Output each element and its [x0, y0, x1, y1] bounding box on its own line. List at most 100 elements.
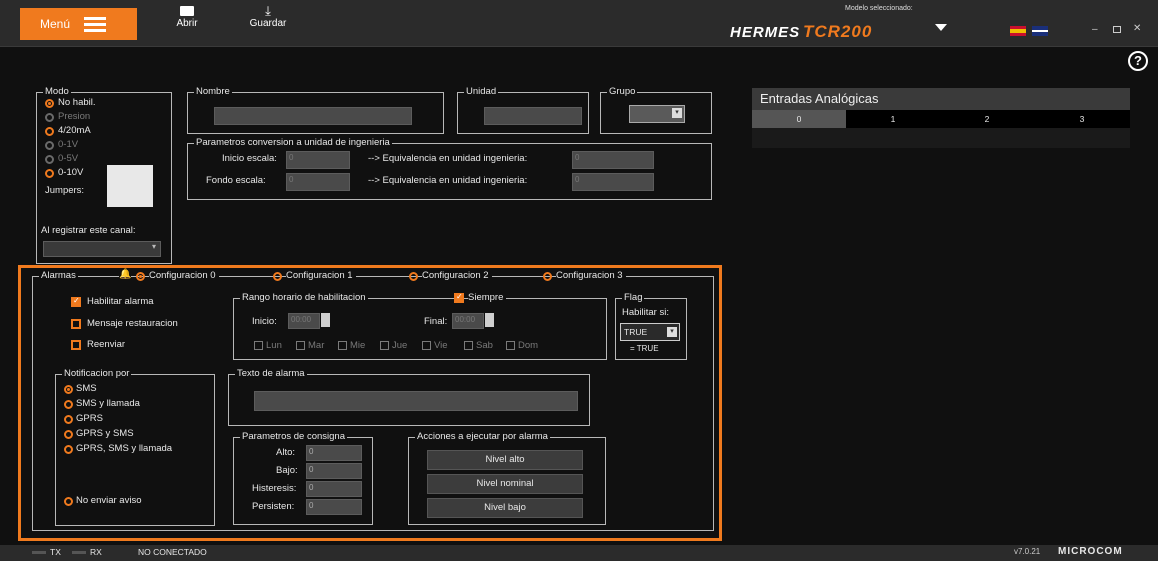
analog-inputs-title: Entradas Analógicas	[752, 88, 1130, 110]
bajo-input[interactable]: 0	[306, 463, 362, 479]
inicio-time-value: 00:00	[291, 315, 312, 324]
maximize-icon[interactable]	[1113, 26, 1121, 33]
unidad-input[interactable]	[484, 107, 582, 125]
flag-eq-label: = TRUE	[630, 344, 659, 353]
radio-config-0[interactable]	[136, 272, 145, 281]
radio-gprs-sms-llamada[interactable]	[64, 445, 73, 454]
inicio-time-input[interactable]: 00:00	[288, 313, 320, 329]
day-label: Mie	[350, 340, 366, 351]
day-checkbox-jue[interactable]	[380, 341, 389, 350]
flag-group: Flag Habilitar si: TRUE ▾ = TRUE	[615, 292, 687, 360]
close-icon[interactable]: ✕	[1133, 23, 1141, 34]
radio-gprs[interactable]	[64, 415, 73, 424]
fondo-escala-value: 0	[289, 175, 294, 184]
model-dropdown-icon[interactable]	[935, 24, 947, 31]
radio-config-2[interactable]	[409, 272, 418, 281]
analog-tab-2[interactable]: 2	[940, 110, 1034, 128]
company-logo: MICROCOM	[1058, 546, 1123, 557]
uk-flag-icon[interactable]	[1032, 26, 1048, 36]
notificacion-option-label: GPRS, SMS y llamada	[76, 443, 173, 454]
day-label: Sab	[476, 340, 493, 351]
analog-tab-1[interactable]: 1	[846, 110, 940, 128]
radio-sms-llamada[interactable]	[64, 400, 73, 409]
equivalencia-fondo-value: 0	[575, 175, 580, 184]
histeresis-value: 0	[309, 483, 314, 492]
modo-option-label: 0-1V	[58, 139, 79, 150]
radio-config-3[interactable]	[543, 272, 552, 281]
day-label: Dom	[518, 340, 539, 351]
help-icon[interactable]: ?	[1128, 51, 1148, 71]
fondo-escala-input[interactable]: 0	[286, 173, 350, 191]
habilitar-alarma-checkbox[interactable]	[71, 296, 81, 307]
radio-no-enviar[interactable]	[64, 497, 73, 506]
save-button[interactable]: ⤓ Guardar	[248, 4, 288, 29]
open-button[interactable]: Abrir	[172, 6, 202, 29]
alto-value: 0	[309, 447, 314, 456]
version-label: v7.0.21	[1014, 547, 1041, 556]
texto-alarma-input[interactable]	[254, 391, 578, 411]
mensaje-restauracion-checkbox[interactable]	[71, 319, 81, 329]
bell-icon: 🔔	[119, 269, 132, 280]
status-bar: TX RX NO CONECTADO v7.0.21 MICROCOM	[0, 545, 1158, 561]
grupo-select[interactable]: ▾	[629, 105, 685, 123]
nivel-bajo-button[interactable]: Nivel bajo	[427, 498, 583, 518]
grupo-group: Grupo ▾	[600, 86, 712, 134]
persisten-input[interactable]: 0	[306, 499, 362, 515]
day-checkbox-sab[interactable]	[464, 341, 473, 350]
texto-alarma-legend: Texto de alarma	[235, 368, 307, 379]
spanish-flag-icon[interactable]	[1010, 26, 1026, 36]
unidad-legend: Unidad	[464, 86, 499, 97]
day-label: Jue	[392, 340, 408, 351]
habilitar-si-label: Habilitar si:	[622, 307, 669, 318]
radio-0-1v[interactable]	[45, 141, 54, 150]
histeresis-input[interactable]: 0	[306, 481, 362, 497]
radio-gprs-sms[interactable]	[64, 430, 73, 439]
registrar-select[interactable]: ▾	[43, 241, 161, 257]
day-checkbox-mie[interactable]	[338, 341, 347, 350]
reenviar-label: Reenviar	[87, 339, 126, 350]
radio-sms[interactable]	[64, 385, 73, 394]
conversion-legend: Parametros conversion a unidad de ingeni…	[194, 137, 392, 148]
siempre-checkbox[interactable]	[454, 292, 464, 303]
day-label: Lun	[266, 340, 282, 351]
notificacion-legend: Notificacion por	[62, 368, 132, 379]
chevron-down-icon: ▾	[672, 108, 682, 118]
inicio-spinner-icon[interactable]	[321, 313, 330, 327]
rango-horario-legend: Rango horario de habilitacion	[240, 292, 368, 303]
flag-select[interactable]: TRUE ▾	[620, 323, 680, 341]
nombre-input[interactable]	[214, 107, 412, 125]
rx-led-icon	[72, 551, 86, 554]
equivalencia-fondo-input[interactable]: 0	[572, 173, 654, 191]
nivel-nominal-button[interactable]: Nivel nominal	[427, 474, 583, 494]
final-spinner-icon[interactable]	[485, 313, 494, 327]
analog-tab-3[interactable]: 3	[1034, 110, 1130, 128]
radio-0-10v[interactable]	[45, 169, 54, 178]
day-checkbox-mar[interactable]	[296, 341, 305, 350]
reenviar-checkbox[interactable]	[71, 340, 81, 350]
inicio-escala-input[interactable]: 0	[286, 151, 350, 169]
menu-button[interactable]: Menú	[20, 8, 137, 40]
radio-4-20ma[interactable]	[45, 127, 54, 136]
chevron-down-icon: ▾	[667, 327, 677, 337]
radio-no-habil[interactable]	[45, 99, 54, 108]
day-checkbox-dom[interactable]	[506, 341, 515, 350]
mensaje-restauracion-label: Mensaje restauracion	[87, 318, 178, 329]
alto-input[interactable]: 0	[306, 445, 362, 461]
radio-config-1[interactable]	[273, 272, 282, 281]
nivel-alto-button[interactable]: Nivel alto	[427, 450, 583, 470]
bajo-value: 0	[309, 465, 314, 474]
nombre-group: Nombre	[187, 86, 444, 134]
alarmas-legend: Alarmas	[39, 270, 78, 281]
day-checkbox-vie[interactable]	[422, 341, 431, 350]
config-label: Configuracion 0	[149, 270, 219, 281]
open-label: Abrir	[176, 18, 198, 29]
equivalencia-inicio-input[interactable]: 0	[572, 151, 654, 169]
final-time-input[interactable]: 00:00	[452, 313, 484, 329]
analog-tab-0[interactable]: 0	[752, 110, 846, 128]
minimize-icon[interactable]: –	[1092, 24, 1098, 35]
radio-presion[interactable]	[45, 113, 54, 122]
radio-0-5v[interactable]	[45, 155, 54, 164]
inicio-escala-value: 0	[289, 153, 294, 162]
day-checkbox-lun[interactable]	[254, 341, 263, 350]
unidad-group: Unidad	[457, 86, 589, 134]
